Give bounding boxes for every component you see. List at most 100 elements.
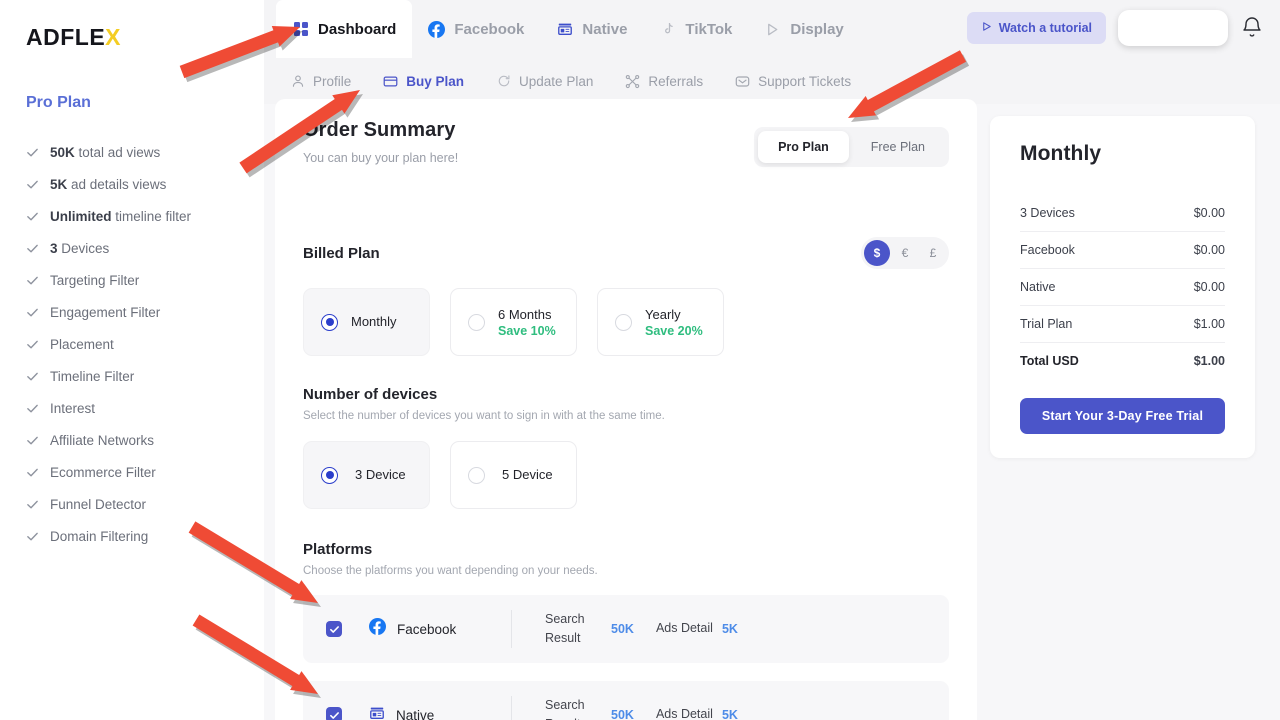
check-icon [26, 370, 39, 383]
radio-icon[interactable] [615, 314, 632, 331]
sidebar-feature-label: Targeting Filter [50, 273, 139, 288]
account-pill-button[interactable] [1118, 10, 1228, 46]
billed-plan-options: Monthly 6 MonthsSave 10% YearlySave 20% [303, 288, 949, 356]
vertical-divider [511, 610, 512, 648]
billed-option-monthly[interactable]: Monthly [303, 288, 430, 356]
subtab-buy-plan[interactable]: Buy Plan [369, 58, 478, 104]
subtab-support-tickets[interactable]: Support Tickets [721, 58, 865, 104]
check-icon [26, 530, 39, 543]
plan-toggle-free-plan[interactable]: Free Plan [851, 131, 945, 163]
radio-icon[interactable] [321, 314, 338, 331]
billed-option-label: Monthly [351, 313, 397, 332]
plan-toggle-pro-plan[interactable]: Pro Plan [758, 131, 849, 163]
check-icon [26, 466, 39, 479]
radio-icon[interactable] [468, 314, 485, 331]
sidebar-plan-title: Pro Plan [26, 94, 264, 112]
app-root: ADFLEX Pro Plan 50K total ad views5K ad … [0, 0, 1280, 720]
sidebar-feature-label: 3 Devices [50, 241, 109, 256]
check-icon [26, 274, 39, 287]
subtab-label: Profile [313, 74, 351, 89]
sidebar-feature-label: 50K total ad views [50, 145, 160, 160]
subtab-update-plan[interactable]: Update Plan [482, 58, 607, 104]
check-icon [26, 402, 39, 415]
platform-name-block: Native [369, 705, 511, 720]
sidebar-feature-item: Timeline Filter [26, 360, 264, 392]
platform-checkbox[interactable] [326, 621, 342, 637]
page-title: Order Summary [303, 119, 458, 142]
tab-label: Facebook [454, 21, 524, 38]
currency-option[interactable]: € [892, 240, 918, 266]
tab-dashboard[interactable]: Dashboard [276, 0, 412, 58]
check-icon [26, 178, 39, 191]
subtab-label: Support Tickets [758, 74, 851, 89]
billed-option-save: Save 10% [498, 324, 556, 338]
summary-line-value: $0.00 [1194, 206, 1225, 220]
card-icon [383, 74, 398, 89]
summary-line: Facebook$0.00 [1020, 231, 1225, 268]
radio-icon[interactable] [321, 467, 338, 484]
sidebar-feature-item: Domain Filtering [26, 520, 264, 552]
metric-search-result: Search Result50K [545, 610, 634, 649]
sidebar-feature-label: Unlimited timeline filter [50, 209, 191, 224]
device-option-3-device[interactable]: 3 Device [303, 441, 430, 509]
billed-option-text: YearlySave 20% [645, 306, 703, 339]
billed-plan-header-row: Billed Plan $€£ [303, 237, 949, 269]
feature-text: Interest [50, 401, 95, 416]
platform-name: Facebook [397, 622, 456, 637]
platform-row[interactable]: Native Search Result50K Ads Detail5K [303, 681, 949, 720]
top-right-controls: Watch a tutorial [967, 10, 1266, 46]
metric-value: 50K [611, 622, 634, 636]
tab-native[interactable]: Native [540, 0, 643, 58]
platform-checkbox[interactable] [326, 707, 342, 720]
check-icon [26, 498, 39, 511]
sidebar-feature-item: Interest [26, 392, 264, 424]
feature-text: Timeline Filter [50, 369, 134, 384]
metric-label: Search Result [545, 696, 611, 720]
billed-option-yearly[interactable]: YearlySave 20% [597, 288, 724, 356]
radio-icon[interactable] [468, 467, 485, 484]
tab-display[interactable]: Display [748, 0, 859, 58]
plan-type-toggle: Pro PlanFree Plan [754, 127, 949, 167]
platform-row[interactable]: FacebookSearch Result50KAds Detail5K [303, 595, 949, 663]
currency-option[interactable]: $ [864, 240, 890, 266]
summary-line-value: $1.00 [1194, 317, 1225, 331]
feature-text: Engagement Filter [50, 305, 160, 320]
devices-title: Number of devices [303, 386, 949, 403]
share-icon [625, 74, 640, 89]
grid-icon [292, 21, 309, 38]
feature-emphasis: 50K [50, 145, 75, 160]
metric-ads-detail: Ads Detail5K [656, 705, 738, 720]
device-option-5-device[interactable]: 5 Device [450, 441, 577, 509]
start-free-trial-button[interactable]: Start Your 3-Day Free Trial [1020, 398, 1225, 434]
feature-text: Funnel Detector [50, 497, 146, 512]
platform-name-block: Facebook [369, 618, 511, 640]
summary-line-label: Total USD [1020, 354, 1079, 368]
metric-search-result: Search Result50K [545, 696, 634, 720]
brand-logo[interactable]: ADFLEX [26, 22, 264, 52]
subtab-label: Buy Plan [406, 74, 464, 89]
tab-facebook[interactable]: Facebook [412, 0, 540, 58]
subtab-profile[interactable]: Profile [276, 58, 365, 104]
platform-rows: FacebookSearch Result50KAds Detail5KNati… [303, 595, 949, 720]
sidebar-feature-item: Ecommerce Filter [26, 456, 264, 488]
watch-tutorial-button[interactable]: Watch a tutorial [967, 12, 1106, 44]
sidebar-feature-label: Ecommerce Filter [50, 465, 156, 480]
sidebar-feature-label: Timeline Filter [50, 369, 134, 384]
feature-emphasis: 5K [50, 177, 67, 192]
tab-tiktok[interactable]: TikTok [643, 0, 748, 58]
summary-line-label: 3 Devices [1020, 206, 1075, 220]
notification-bell-icon[interactable] [1240, 15, 1266, 41]
devices-section: Number of devices Select the number of d… [303, 386, 949, 509]
metric-value: 50K [611, 708, 634, 720]
native-icon [369, 705, 385, 720]
summary-line-value: $1.00 [1194, 354, 1225, 368]
currency-option[interactable]: £ [920, 240, 946, 266]
sidebar-feature-item: Targeting Filter [26, 264, 264, 296]
currency-toggle: $€£ [861, 237, 949, 269]
subtab-referrals[interactable]: Referrals [611, 58, 717, 104]
sidebar-feature-item: Engagement Filter [26, 296, 264, 328]
order-title-block: Order Summary You can buy your plan here… [303, 119, 458, 165]
price-summary-card: Monthly 3 Devices$0.00Facebook$0.00Nativ… [990, 116, 1255, 458]
billed-option-6-months[interactable]: 6 MonthsSave 10% [450, 288, 577, 356]
check-icon [26, 242, 39, 255]
